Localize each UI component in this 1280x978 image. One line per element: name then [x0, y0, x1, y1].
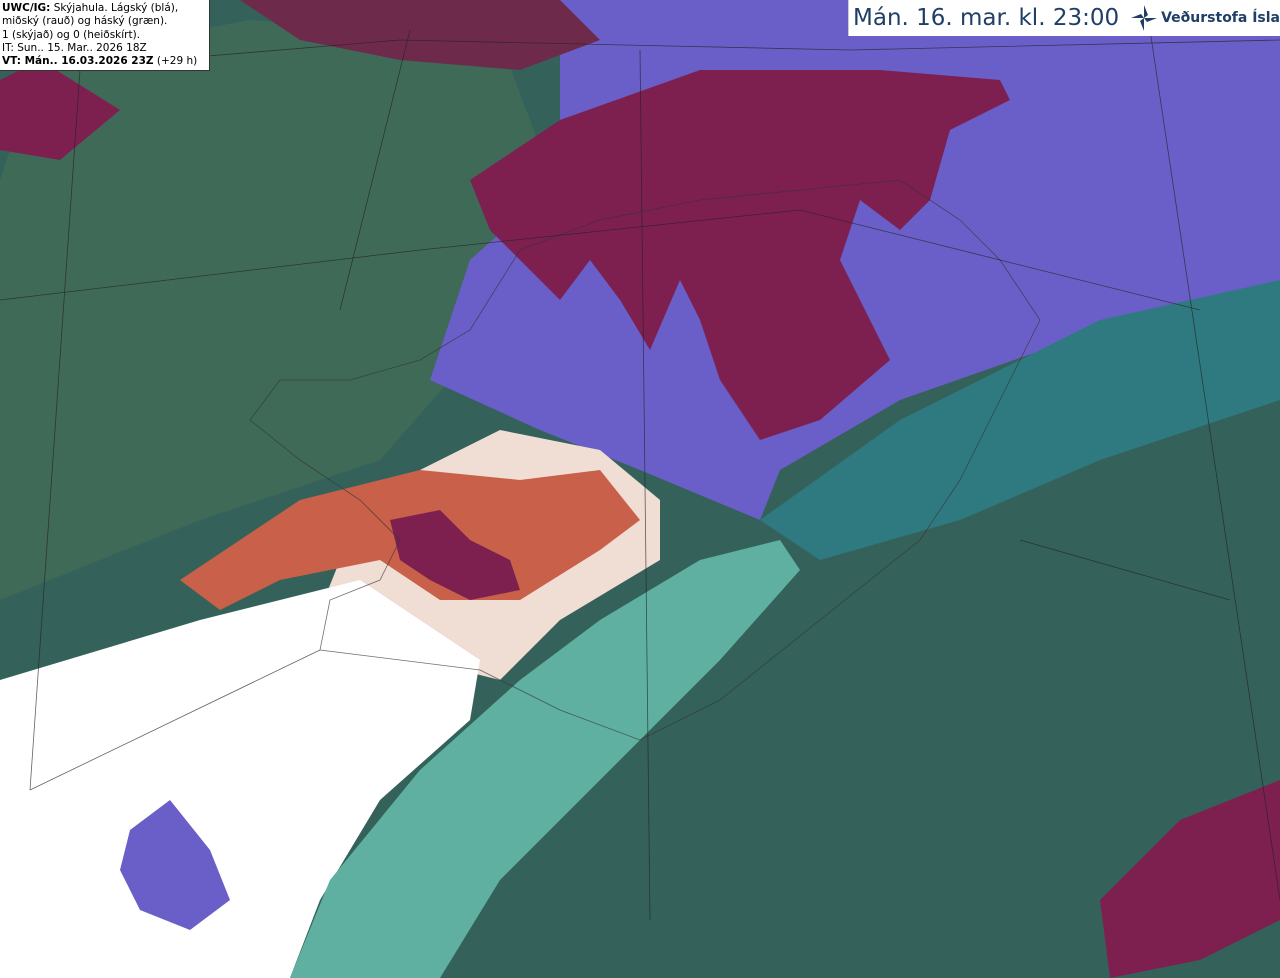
header: Mán. 16. mar. kl. 23:00 Veðurstofa Íslan… — [848, 0, 1280, 36]
forecast-time-title: Mán. 16. mar. kl. 23:00 — [853, 5, 1120, 31]
description-line-1: Skýjahula. Lágský (blá), — [53, 2, 179, 14]
logo-text: Veðurstofa Íslands — [1161, 10, 1280, 26]
lead-time: (+29 h) — [156, 55, 198, 68]
vedurstofa-logo: Veðurstofa Íslands — [1131, 5, 1280, 31]
description-line-3: 1 (skýjað) og 0 (heiðskírt). — [2, 28, 141, 41]
description-line-2: miðský (rauð) og háský (græn). — [2, 15, 168, 28]
product-name: UWC/IG: — [2, 2, 51, 14]
valid-time-line: VT: Mán.. 16.03.2026 23Z (+29 h) — [2, 55, 207, 68]
vedurstofa-star-icon — [1131, 5, 1158, 31]
init-time: IT: Sun.. 15. Mar.. 2026 18Z — [2, 41, 147, 54]
cloud-cover-map — [0, 0, 1280, 978]
legend-line-1: UWC/IG: Skýjahula. Lágský (blá), — [2, 2, 207, 15]
map-legend: UWC/IG: Skýjahula. Lágský (blá), miðský … — [0, 0, 210, 72]
valid-time: VT: Mán.. 16.03.2026 23Z — [2, 55, 154, 68]
